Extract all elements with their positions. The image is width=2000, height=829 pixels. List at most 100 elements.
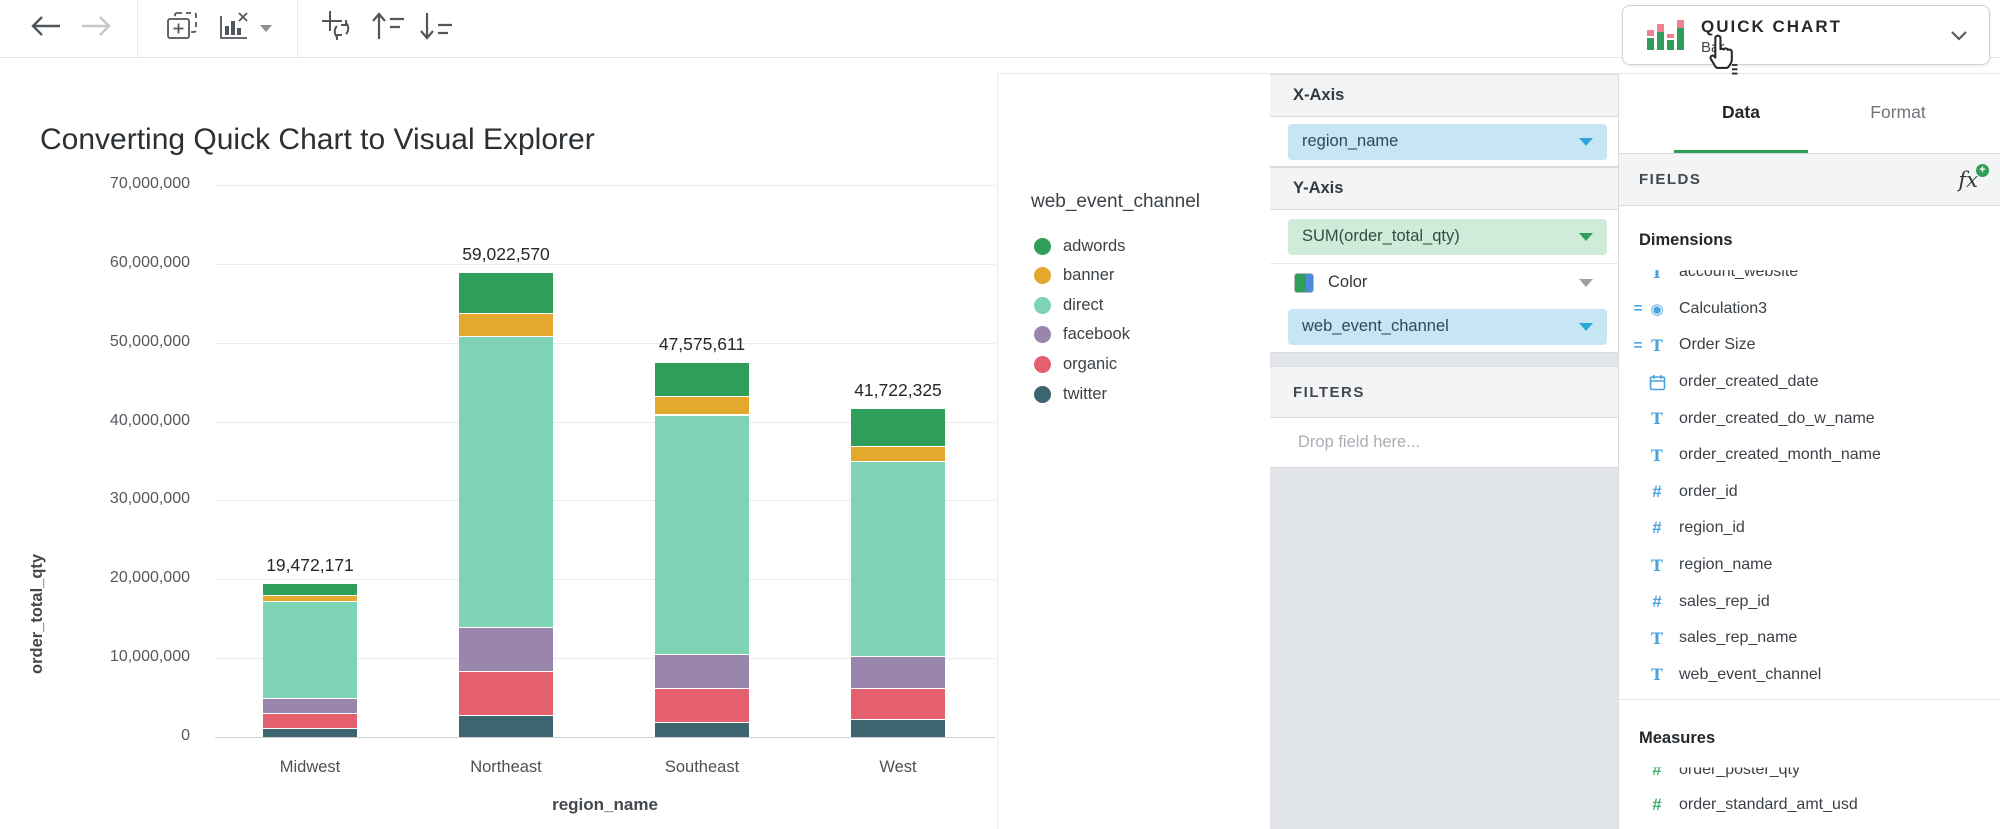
measures-group-title: Measures — [1619, 724, 2000, 752]
y-axis-field-pill[interactable]: SUM(order_total_qty) — [1288, 219, 1607, 255]
legend-panel: web_event_channel adwordsbannerdirectfac… — [997, 73, 1270, 829]
field-name: order_created_month_name — [1679, 446, 1881, 464]
field-name: web_event_channel — [1679, 666, 1821, 684]
legend-item-label: direct — [1063, 296, 1103, 315]
legend-item-adwords[interactable]: adwords — [1034, 234, 1125, 258]
field-item-order_created_month_name[interactable]: Torder_created_month_name — [1619, 437, 2000, 474]
bar-segment-direct[interactable] — [459, 336, 553, 627]
field-item-order_id[interactable]: #order_id — [1619, 474, 2000, 511]
legend-item-organic[interactable]: organic — [1034, 352, 1117, 376]
x-category-label: Northeast — [406, 758, 606, 777]
field-name: region_id — [1679, 519, 1745, 537]
chevron-down-icon — [1951, 28, 1967, 46]
x-axis-field-row: region_name — [1270, 117, 1618, 167]
bar-segment-facebook[interactable] — [263, 698, 357, 713]
x-axis-header-label: X-Axis — [1293, 86, 1344, 105]
add-calculated-field-button[interactable]: fx+ — [1958, 168, 1978, 192]
bar-segment-organic[interactable] — [263, 713, 357, 728]
field-name: sales_rep_name — [1679, 629, 1797, 647]
x-category-label: Midwest — [210, 758, 410, 777]
remove-chart-button[interactable] — [214, 0, 254, 57]
color-row[interactable]: Color — [1270, 263, 1618, 301]
sort-descending-button[interactable] — [414, 0, 458, 57]
dimensions-group-title: Dimensions — [1619, 226, 2000, 254]
tab-data[interactable]: Data — [1674, 74, 1808, 150]
stacked-bar-northeast[interactable] — [459, 57, 553, 737]
arrow-right-icon — [79, 14, 113, 43]
legend-item-facebook[interactable]: facebook — [1034, 323, 1130, 347]
fields-header: FIELDS fx+ — [1619, 153, 2000, 206]
mini-bar-chart-icon — [1645, 19, 1687, 58]
add-chart-button[interactable] — [160, 0, 204, 57]
legend-item-twitter[interactable]: twitter — [1034, 382, 1107, 406]
bar-segment-facebook[interactable] — [655, 654, 749, 688]
y-tick-label: 40,000,000 — [40, 412, 190, 430]
bar-segment-adwords[interactable] — [459, 272, 553, 313]
quick-chart-dropdown[interactable]: QUICK CHART Bar — [1622, 5, 1990, 65]
bar-segment-adwords[interactable] — [851, 408, 945, 446]
field-name: order_created_do_w_name — [1679, 410, 1875, 428]
field-item-Calculation3[interactable]: =◉Calculation3 — [1619, 291, 2000, 328]
color-chip-icon — [1294, 273, 1314, 293]
chart-properties-panel: X-Axis region_name Y-Axis SUM(order_tota… — [1270, 73, 1618, 829]
filters-header-label: FILTERS — [1293, 384, 1365, 401]
bar-segment-banner[interactable] — [655, 396, 749, 415]
bar-segment-direct[interactable] — [655, 415, 749, 655]
field-item-order_created_date[interactable]: order_created_date — [1619, 364, 2000, 401]
y-axis-header-label: Y-Axis — [1293, 179, 1343, 198]
bar-total-label: 19,472,171 — [210, 555, 410, 576]
bar-segment-adwords[interactable] — [655, 362, 749, 396]
y-tick-label: 70,000,000 — [40, 175, 190, 193]
bar-segment-twitter[interactable] — [851, 719, 945, 737]
swap-axes-button[interactable] — [316, 0, 358, 57]
chevron-down-icon — [260, 25, 272, 32]
forward-button[interactable] — [74, 0, 118, 57]
color-field-pill[interactable]: web_event_channel — [1288, 309, 1607, 345]
bar-segment-twitter[interactable] — [459, 715, 553, 737]
cursor-hand-icon — [1703, 32, 1745, 81]
bar-segment-banner[interactable] — [263, 595, 357, 601]
bar-segment-facebook[interactable] — [459, 627, 553, 672]
bar-segment-organic[interactable] — [655, 688, 749, 722]
field-item-sales_rep_name[interactable]: Tsales_rep_name — [1619, 620, 2000, 657]
active-tab-underline — [1674, 150, 1808, 153]
x-axis-field-pill[interactable]: region_name — [1288, 124, 1607, 160]
bar-segment-organic[interactable] — [851, 688, 945, 719]
filters-dropzone[interactable]: Drop field here... — [1270, 418, 1618, 468]
legend-item-banner[interactable]: banner — [1034, 264, 1114, 288]
bar-segment-twitter[interactable] — [655, 722, 749, 737]
field-item-account_website[interactable]: Taccount_website — [1619, 254, 2000, 291]
bar-segment-twitter[interactable] — [263, 728, 357, 737]
bar-segment-facebook[interactable] — [851, 656, 945, 688]
bar-segment-organic[interactable] — [459, 671, 553, 714]
remove-chart-dropdown[interactable] — [254, 0, 278, 57]
bar-segment-banner[interactable] — [459, 313, 553, 336]
stacked-bar-midwest[interactable] — [263, 57, 357, 737]
field-item-order_poster_qty[interactable]: #order_poster_qty — [1619, 752, 2000, 787]
back-button[interactable] — [24, 0, 68, 57]
bar-segment-banner[interactable] — [851, 446, 945, 461]
visual-explorer-app: Converting Quick Chart to Visual Explore… — [0, 0, 2000, 829]
legend-item-label: facebook — [1063, 325, 1130, 344]
field-item-order_created_do_w_name[interactable]: Torder_created_do_w_name — [1619, 400, 2000, 437]
field-item-Order Size[interactable]: =TOrder Size — [1619, 327, 2000, 364]
field-item-order_standard_qty[interactable]: #order_standard_qty — [1619, 822, 2000, 829]
field-item-region_name[interactable]: Tregion_name — [1619, 547, 2000, 584]
bar-segment-adwords[interactable] — [263, 583, 357, 594]
field-item-sales_rep_id[interactable]: #sales_rep_id — [1619, 583, 2000, 620]
legend-swatch-icon — [1034, 356, 1051, 373]
sort-ascending-button[interactable] — [366, 0, 410, 57]
field-item-region_id[interactable]: #region_id — [1619, 510, 2000, 547]
field-item-order_standard_amt_usd[interactable]: #order_standard_amt_usd — [1619, 787, 2000, 822]
frame-plus-icon — [165, 10, 199, 47]
field-item-web_event_channel[interactable]: Tweb_event_channel — [1619, 657, 2000, 694]
bar-total-label: 59,022,570 — [406, 244, 606, 265]
field-name: order_poster_qty — [1679, 761, 1800, 779]
field-name: order_standard_amt_usd — [1679, 796, 1858, 814]
bar-segment-direct[interactable] — [263, 601, 357, 699]
arrow-down-lines-icon — [418, 11, 454, 46]
stacked-bar-southeast[interactable] — [655, 57, 749, 737]
bar-segment-direct[interactable] — [851, 461, 945, 656]
tab-format[interactable]: Format — [1831, 74, 1965, 150]
legend-item-direct[interactable]: direct — [1034, 293, 1103, 317]
